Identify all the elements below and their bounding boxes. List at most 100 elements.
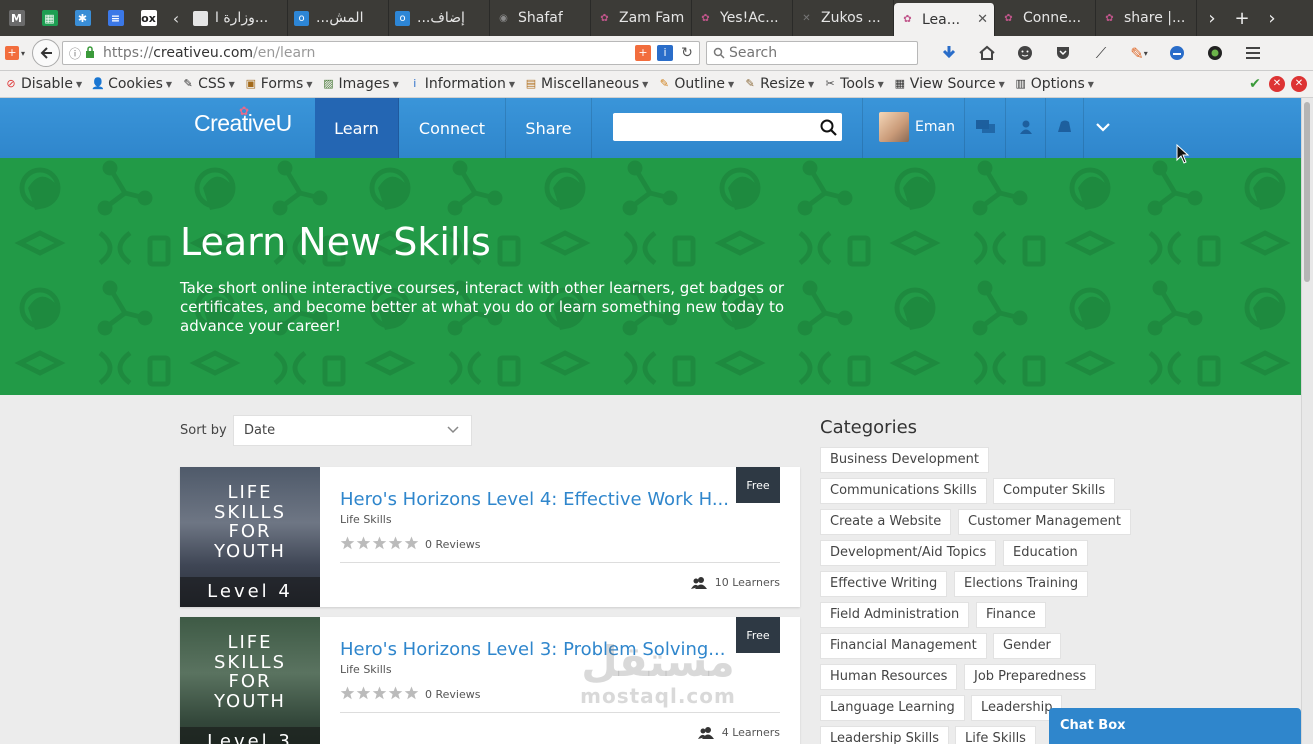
devbar-menu-view-source[interactable]: ▦ View Source ▼: [889, 76, 1010, 92]
scrollbar-thumb[interactable]: [1304, 102, 1310, 282]
devbar-menu-tools[interactable]: ✂ Tools ▼: [819, 76, 889, 92]
hamburger-menu-icon[interactable]: [1234, 40, 1272, 66]
course-card[interactable]: LIFE SKILLS FOR YOUTH Level 4 Hero's Hor…: [180, 467, 800, 607]
browser-tab[interactable]: o ...المش: [288, 0, 389, 36]
browser-tab[interactable]: o ...إضاف: [389, 0, 490, 36]
category-tag[interactable]: Education: [1003, 540, 1088, 566]
devbar-menu-resize[interactable]: ✎ Resize ▼: [739, 76, 819, 92]
notifications-icon[interactable]: [1053, 116, 1075, 138]
tabs-scroll-left-button[interactable]: ‹: [165, 0, 187, 36]
browser-tab[interactable]: ✿ Zam Fam: [591, 0, 692, 36]
download-icon[interactable]: [930, 40, 968, 66]
pen-icon[interactable]: ⟋: [1082, 40, 1120, 66]
devbar-menu-images[interactable]: ▨ Images ▼: [318, 76, 404, 92]
browser-tab[interactable]: ✕ Zukos ...: [793, 0, 894, 36]
messages-icon[interactable]: [975, 116, 997, 138]
category-tag[interactable]: Create a Website: [820, 509, 952, 535]
category-tag[interactable]: Customer Management: [958, 509, 1131, 535]
nav-connect[interactable]: Connect: [399, 98, 506, 158]
course-category[interactable]: Life Skills: [340, 513, 392, 526]
chat-box[interactable]: Chat Box: [1049, 708, 1301, 744]
page-scrollbar[interactable]: [1301, 98, 1313, 744]
user-menu[interactable]: Eman: [879, 112, 955, 142]
devbar-menu-miscellaneous[interactable]: ▤ Miscellaneous ▼: [520, 76, 653, 92]
course-thumbnail[interactable]: LIFE SKILLS FOR YOUTH Level 4: [180, 467, 320, 607]
info-icon[interactable]: ⓘ: [69, 45, 81, 62]
pinned-tab[interactable]: ✱: [66, 0, 99, 36]
category-tag[interactable]: Effective Writing: [820, 571, 948, 597]
firefox-menu-icon[interactable]: + ▾: [2, 40, 28, 66]
category-tag[interactable]: Elections Training: [954, 571, 1089, 597]
rating-stars: [340, 686, 419, 700]
ie-tab-icon[interactable]: [1158, 40, 1196, 66]
browser-tab[interactable]: ✿ Conne...: [995, 0, 1096, 36]
category-tag[interactable]: Gender: [993, 633, 1061, 659]
browser-search-field[interactable]: [706, 41, 918, 65]
creativeu-logo[interactable]: ✿ CreativeU: [194, 104, 292, 137]
pinned-tab[interactable]: M: [0, 0, 33, 36]
category-tag[interactable]: Financial Management: [820, 633, 987, 659]
sort-value: Date: [244, 423, 276, 438]
sort-select[interactable]: Date: [233, 415, 472, 446]
chevron-down-icon[interactable]: [1092, 116, 1114, 138]
category-tag[interactable]: Communications Skills: [820, 478, 987, 504]
browser-tab[interactable]: وزارة ا...: [187, 0, 288, 36]
devbar-menu-css[interactable]: ✎ CSS ▼: [177, 76, 240, 92]
friends-icon[interactable]: [1015, 116, 1037, 138]
close-toolbar-icon[interactable]: ✕: [1291, 76, 1307, 92]
category-tag[interactable]: Finance: [976, 602, 1046, 628]
course-title-link[interactable]: Hero's Horizons Level 4: Effective Work …: [340, 489, 730, 510]
course-title-link[interactable]: Hero's Horizons Level 3: Problem Solving…: [340, 639, 730, 660]
pinned-tab[interactable]: ≡: [99, 0, 132, 36]
course-category[interactable]: Life Skills: [340, 663, 392, 676]
resize-icon: ✎: [745, 77, 755, 90]
category-tag[interactable]: Leadership Skills: [820, 726, 949, 744]
list-tabs-button[interactable]: ›: [1257, 0, 1287, 36]
site-search-input[interactable]: [613, 114, 814, 140]
category-tag[interactable]: Language Learning: [820, 695, 965, 721]
nav-learn[interactable]: Learn: [315, 98, 399, 158]
addon-plus-icon[interactable]: +: [635, 45, 651, 61]
nav-share[interactable]: Share: [506, 98, 592, 158]
browser-tab[interactable]: ✿ share |...: [1096, 0, 1197, 36]
course-thumbnail[interactable]: LIFE SKILLS FOR YOUTH Level 3: [180, 617, 320, 744]
tabs-scroll-right-button[interactable]: ›: [1197, 0, 1227, 36]
category-tag[interactable]: Human Resources: [820, 664, 958, 690]
check-icon[interactable]: ✔: [1247, 76, 1263, 92]
search-icon[interactable]: [814, 119, 842, 136]
category-tag[interactable]: Development/Aid Topics: [820, 540, 997, 566]
devbar-menu-label: Options: [1030, 76, 1085, 92]
new-tab-button[interactable]: +: [1227, 0, 1257, 36]
devbar-menu-options[interactable]: ▥ Options ▼: [1010, 76, 1099, 92]
course-card[interactable]: LIFE SKILLS FOR YOUTH Level 3 Hero's Hor…: [180, 617, 800, 744]
devbar-menu-information[interactable]: i Information ▼: [404, 76, 520, 92]
pinned-tab[interactable]: ▦: [33, 0, 66, 36]
extension-icon[interactable]: ✎ ▾: [1120, 40, 1158, 66]
browser-search-input[interactable]: [729, 45, 899, 61]
devbar-menu-forms[interactable]: ▣ Forms ▼: [240, 76, 318, 92]
url-bar[interactable]: ⓘ https://creativeu.com/en/learn + i ↻: [62, 41, 700, 65]
emoji-icon[interactable]: [1006, 40, 1044, 66]
category-tag[interactable]: Computer Skills: [993, 478, 1116, 504]
site-search: [613, 113, 842, 141]
category-tag[interactable]: Business Development: [820, 447, 989, 473]
reader-view-icon[interactable]: i: [657, 45, 673, 61]
devbar-menu-outline[interactable]: ✎ Outline ▼: [653, 76, 739, 92]
category-tag[interactable]: Field Administration: [820, 602, 970, 628]
devbar-menu-cookies[interactable]: 👤 Cookies ▼: [87, 76, 177, 92]
browser-tab[interactable]: ✿ Lea... ✕: [894, 3, 995, 36]
reload-icon[interactable]: ↻: [679, 45, 695, 61]
back-button[interactable]: [32, 39, 60, 67]
camera-icon[interactable]: [1196, 40, 1234, 66]
pocket-icon[interactable]: [1044, 40, 1082, 66]
nav-share-label: Share: [525, 118, 572, 138]
error-icon[interactable]: ✕: [1269, 76, 1285, 92]
category-tag[interactable]: Job Preparedness: [964, 664, 1097, 690]
pinned-tab[interactable]: ox: [132, 0, 165, 36]
browser-tab[interactable]: ◉ Shafaf: [490, 0, 591, 36]
home-icon[interactable]: [968, 40, 1006, 66]
browser-tab[interactable]: ✿ Yes!Ac...: [692, 0, 793, 36]
category-tag[interactable]: Life Skills: [955, 726, 1036, 744]
devbar-menu-disable[interactable]: ⊘ Disable ▼: [0, 76, 87, 92]
close-tab-icon[interactable]: ✕: [977, 12, 988, 27]
